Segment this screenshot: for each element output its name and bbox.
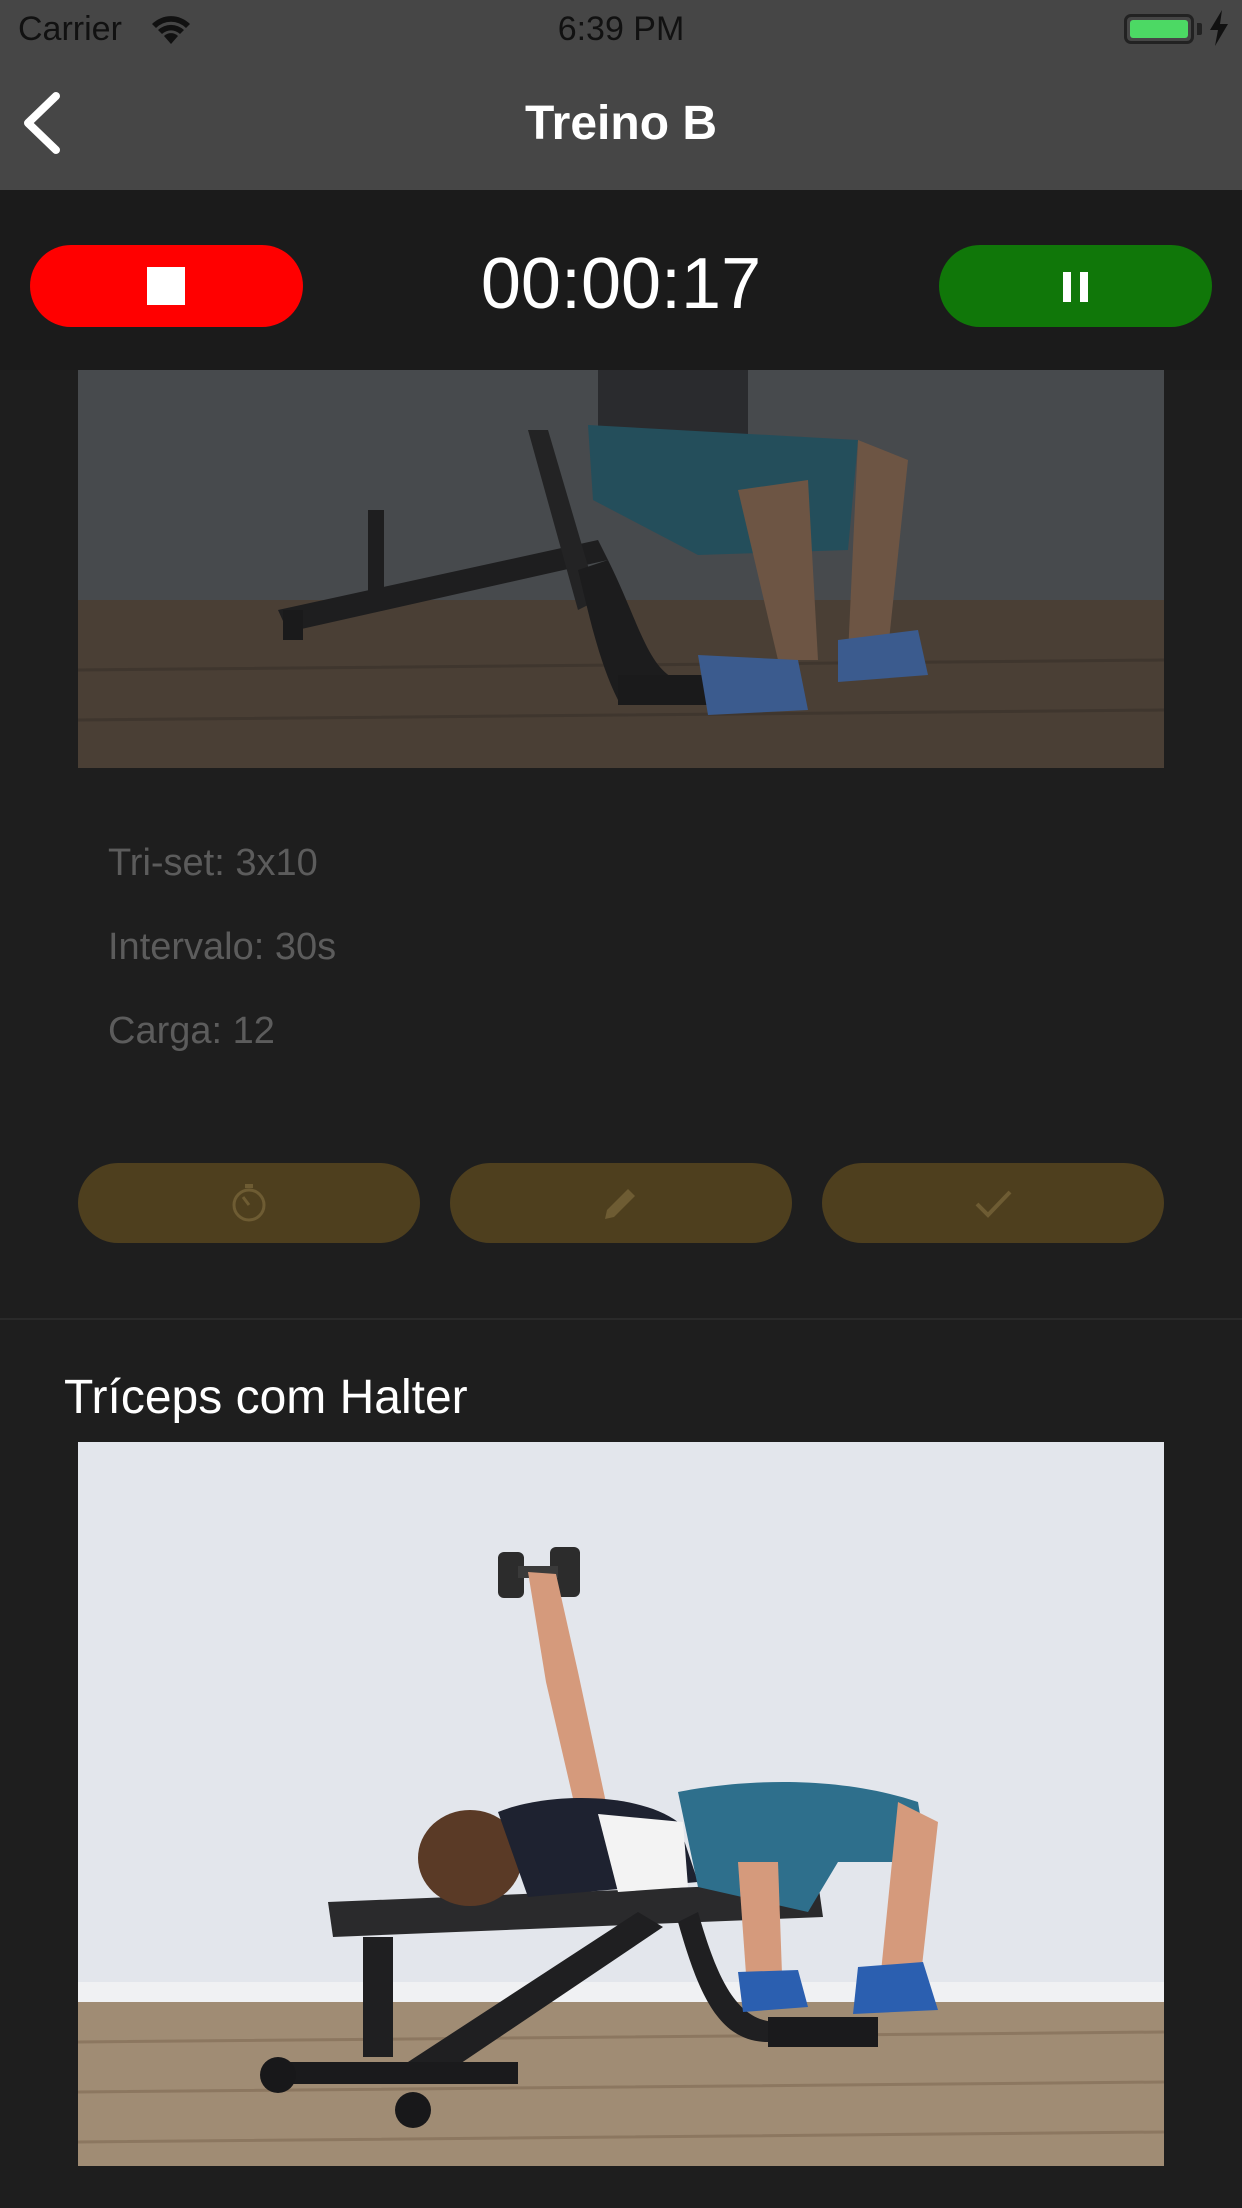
check-icon bbox=[975, 1190, 1012, 1218]
navigation-bar: Treino B bbox=[0, 60, 1242, 190]
complete-button[interactable] bbox=[822, 1163, 1164, 1243]
exercise-photo-current bbox=[78, 370, 1164, 768]
workout-timer-bar: 00:00:17 bbox=[0, 190, 1242, 370]
detail-interval: Intervalo: 30s bbox=[108, 926, 337, 968]
detail-load: Carga: 12 bbox=[108, 1010, 275, 1052]
battery-icon bbox=[1124, 14, 1194, 44]
status-time: 6:39 PM bbox=[557, 10, 685, 48]
detail-sets: Tri-set: 3x10 bbox=[108, 842, 318, 884]
rest-timer-button[interactable] bbox=[78, 1163, 420, 1243]
battery-tip bbox=[1197, 23, 1202, 35]
pencil-icon bbox=[605, 1189, 635, 1219]
exercise-photo bbox=[78, 1442, 1164, 2166]
edit-button[interactable] bbox=[450, 1163, 792, 1243]
pause-button[interactable] bbox=[939, 245, 1212, 327]
status-bar: Carrier 6:39 PM bbox=[0, 0, 1242, 60]
section-divider bbox=[0, 1318, 1242, 1320]
charging-bolt-icon bbox=[1210, 10, 1228, 46]
timer-icon bbox=[232, 1184, 266, 1222]
screen-title: Treino B bbox=[524, 97, 718, 150]
exercise-title: Tríceps com Halter bbox=[64, 1371, 468, 1424]
